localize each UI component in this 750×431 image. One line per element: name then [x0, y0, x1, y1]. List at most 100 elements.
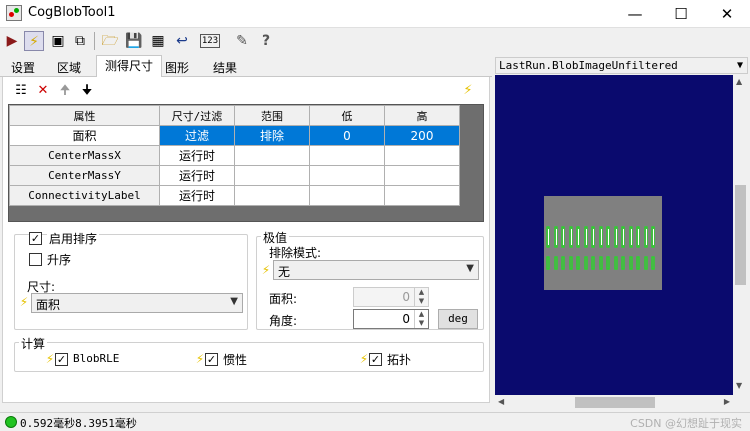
spinner-arrows-icon[interactable]: ▲ ▼	[414, 288, 428, 306]
move-down-icon[interactable]: 🠋	[79, 83, 95, 99]
row-mode[interactable]: 运行时	[159, 185, 235, 206]
open-folder-icon[interactable]: 🗁	[100, 31, 120, 51]
table-row[interactable]: ConnectivityLabel 运行时	[9, 185, 460, 206]
blobrle-label: BlobRLE	[73, 352, 120, 365]
header-mode[interactable]: 尺寸/过滤	[159, 105, 235, 126]
exclude-mode-label: 排除模式:	[269, 246, 322, 260]
area-spinner[interactable]: 0 ▲ ▼	[353, 287, 429, 307]
electric-icon: ⚡	[359, 352, 369, 366]
header-low[interactable]: 低	[309, 105, 385, 126]
electric-icon[interactable]: ⚡	[24, 31, 44, 51]
viewer-title: LastRun.BlobImageUnfiltered	[499, 59, 678, 72]
row-low[interactable]: 0	[309, 125, 385, 146]
topology-label: 拓扑	[387, 353, 412, 367]
angle-label: 角度:	[269, 314, 298, 328]
copy-icon[interactable]: ⧉	[70, 31, 90, 51]
table-row[interactable]: CenterMassY 运行时	[9, 165, 460, 186]
header-property[interactable]: 属性	[9, 105, 160, 126]
electric-icon[interactable]: ⚡	[460, 83, 476, 99]
row-property[interactable]: CenterMassY	[9, 165, 160, 186]
row-range[interactable]: 排除	[234, 125, 310, 146]
row-mode[interactable]: 运行时	[159, 165, 235, 186]
blobrle-checkbox[interactable]: ✓	[55, 353, 68, 366]
status-bar: 0.592毫秒8.3951毫秒 CSDN @幻想趾于现实	[0, 412, 750, 430]
enable-sort-checkbox[interactable]: ✓	[29, 232, 42, 245]
electric-icon: ⚡	[45, 352, 55, 366]
exclude-mode-dropdown[interactable]: 无 ▼	[273, 260, 479, 280]
row-low[interactable]	[309, 165, 385, 186]
maximize-button[interactable]: ☐	[658, 0, 704, 28]
save-as-icon[interactable]: ▦	[148, 31, 168, 51]
window-title: CogBlobTool1	[28, 5, 116, 20]
row-range[interactable]	[234, 165, 310, 186]
row-low[interactable]	[309, 185, 385, 206]
table-row[interactable]: 面积 过滤 排除 0 200	[9, 125, 460, 146]
area-value: 0	[402, 290, 410, 304]
tab-measurements[interactable]: 测得尺寸	[96, 55, 163, 78]
size-dropdown[interactable]: 面积 ▼	[31, 293, 243, 313]
deg-button[interactable]: deg	[438, 309, 478, 329]
spinner-arrows-icon[interactable]: ▲ ▼	[414, 310, 428, 328]
row-mode[interactable]: 运行时	[159, 145, 235, 166]
row-property[interactable]: ConnectivityLabel	[9, 185, 160, 206]
area-label: 面积:	[269, 292, 298, 306]
image-viewer[interactable]	[495, 75, 733, 395]
chevron-down-icon: ▼	[230, 296, 238, 307]
blob-image-graphics	[546, 226, 655, 270]
angle-spinner[interactable]: 0 ▲ ▼	[353, 309, 429, 329]
add-icon[interactable]: ☷	[13, 83, 29, 99]
row-high[interactable]	[384, 165, 460, 186]
extrema-group: 极值 排除模式: ⚡ 无 ▼ 面积: 0 ▲ ▼ 角度: 0 ▲ ▼ deg	[256, 229, 484, 330]
inertia-label: 惯性	[223, 353, 248, 367]
row-mode[interactable]: 过滤	[159, 125, 235, 146]
row-property[interactable]: 面积	[9, 125, 160, 146]
toolbar: ▶ ⚡ ▣ ⧉ 🗁 💾 ▦ ↩ 123 ✎ ?	[0, 28, 750, 54]
close-button[interactable]: ✕	[704, 0, 750, 28]
tab-settings[interactable]: 设置	[2, 57, 44, 77]
run-icon[interactable]: ▶	[2, 31, 22, 51]
vertical-scroll-thumb[interactable]	[735, 185, 746, 285]
measurements-grid[interactable]: 属性 尺寸/过滤 范围 低 高 面积 过滤 排除 0 200 CenterMas…	[8, 104, 484, 222]
enable-sort-label: 启用排序	[47, 230, 100, 247]
table-row[interactable]: CenterMassX 运行时	[9, 145, 460, 166]
ascending-checkbox[interactable]	[29, 253, 42, 266]
horizontal-scrollbar[interactable]: ◀ ▶	[495, 395, 733, 410]
row-property[interactable]: CenterMassX	[9, 145, 160, 166]
image-display-icon[interactable]: ▣	[48, 31, 68, 51]
row-high[interactable]	[384, 185, 460, 206]
help-icon[interactable]: ?	[256, 31, 276, 51]
inertia-checkbox[interactable]: ✓	[205, 353, 218, 366]
move-up-icon[interactable]: 🠉	[57, 83, 73, 99]
horizontal-scroll-thumb[interactable]	[575, 397, 655, 408]
scroll-up-icon[interactable]: ▲	[736, 77, 742, 86]
ascending-label: 升序	[47, 253, 72, 267]
compute-label: 计算	[19, 335, 48, 352]
viewer-selector[interactable]: LastRun.BlobImageUnfiltered ▼	[495, 57, 748, 74]
topology-checkbox[interactable]: ✓	[369, 353, 382, 366]
numeric-icon[interactable]: 123	[200, 34, 220, 48]
header-high[interactable]: 高	[384, 105, 460, 126]
row-low[interactable]	[309, 145, 385, 166]
save-icon[interactable]: 💾	[124, 31, 144, 51]
row-range[interactable]	[234, 145, 310, 166]
header-range[interactable]: 范围	[234, 105, 310, 126]
scroll-down-icon[interactable]: ▼	[736, 381, 742, 390]
row-high[interactable]	[384, 145, 460, 166]
row-high[interactable]: 200	[384, 125, 460, 146]
minimize-button[interactable]: —	[612, 0, 658, 28]
tab-region[interactable]: 区域	[48, 57, 90, 77]
measure-icon[interactable]: ✎	[232, 31, 252, 51]
status-ok-icon	[5, 416, 17, 428]
chevron-down-icon: ▼	[466, 263, 474, 274]
delete-icon[interactable]: ✕	[35, 83, 51, 99]
scroll-left-icon[interactable]: ◀	[498, 397, 504, 406]
grid-header-row: 属性 尺寸/过滤 范围 低 高	[9, 105, 460, 126]
tab-results[interactable]: 结果	[204, 57, 246, 77]
scroll-right-icon[interactable]: ▶	[724, 397, 730, 406]
reset-icon[interactable]: ↩	[172, 31, 192, 51]
title-bar: CogBlobTool1 — ☐ ✕	[0, 0, 750, 28]
vertical-scrollbar[interactable]: ▲ ▼	[733, 75, 748, 395]
tab-graphics[interactable]: 图形	[156, 57, 198, 77]
row-range[interactable]	[234, 185, 310, 206]
toolbar-separator	[94, 32, 95, 50]
